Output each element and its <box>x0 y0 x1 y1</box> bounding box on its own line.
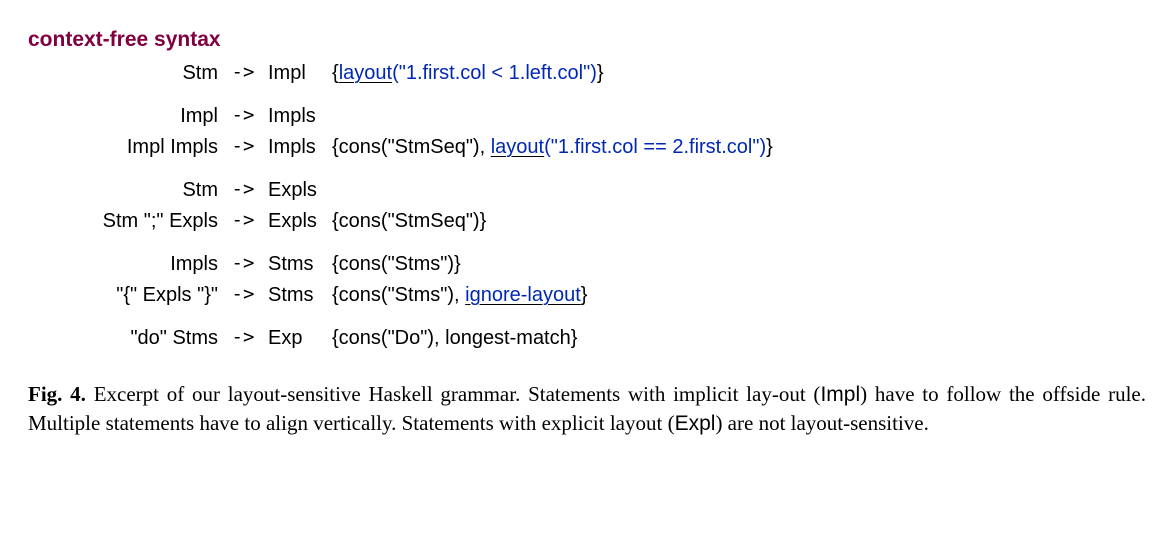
caption-impl: Impl <box>820 383 860 406</box>
rule-group-5: "do" Stms -> Exp {cons("Do"), longest-ma… <box>28 323 1146 354</box>
rule-annotation <box>332 175 1146 206</box>
rule-lhs: Stm <box>28 175 218 206</box>
rule-target: Impl <box>268 58 332 89</box>
rule-annotation: {cons("Stms"), ignore-layout} <box>332 280 1146 311</box>
rule-annotation: {layout("1.first.col < 1.left.col")} <box>332 58 1146 89</box>
rule-group-3: Stm -> Expls Stm ";" Expls -> Expls {con… <box>28 175 1146 237</box>
rule-annotation: {cons("Stms")} <box>332 249 1146 280</box>
rule-arrow: -> <box>218 101 268 132</box>
rule-group-1: Stm -> Impl {layout("1.first.col < 1.lef… <box>28 58 1146 89</box>
brace-close: } <box>581 284 588 306</box>
rule-group-4: Impls -> Stms {cons("Stms")} "{" Expls "… <box>28 249 1146 311</box>
caption-expl: Expl <box>675 412 716 435</box>
rule-arrow: -> <box>218 132 268 163</box>
figure-caption: Fig. 4. Excerpt of our layout-sensitive … <box>28 380 1146 440</box>
rule-annotation: {cons("Do"), longest-match} <box>332 323 1146 354</box>
rule-line: Stm -> Impl {layout("1.first.col < 1.lef… <box>28 58 1146 89</box>
rule-target: Exp <box>268 323 332 354</box>
rule-arrow: -> <box>218 206 268 237</box>
figure-label: Fig. 4. <box>28 382 86 406</box>
rule-arrow: -> <box>218 280 268 311</box>
rule-annotation: {cons("StmSeq"), layout("1.first.col == … <box>332 132 1146 163</box>
ignore-layout-keyword: ignore-layout <box>465 284 581 306</box>
grammar-rules: Stm -> Impl {layout("1.first.col < 1.lef… <box>28 58 1146 354</box>
rule-line: Impl Impls -> Impls {cons("StmSeq"), lay… <box>28 132 1146 163</box>
rule-annotation: {cons("StmSeq")} <box>332 206 1146 237</box>
rule-lhs: Impls <box>28 249 218 280</box>
rule-target: Stms <box>268 280 332 311</box>
rule-annotation <box>332 101 1146 132</box>
rule-lhs: Stm <box>28 58 218 89</box>
layout-keyword: layout <box>339 62 392 84</box>
brace-close: } <box>766 136 773 158</box>
rule-lhs: "do" Stms <box>28 323 218 354</box>
rule-group-2: Impl -> Impls Impl Impls -> Impls {cons(… <box>28 101 1146 163</box>
annot-prefix: {cons("Stms"), <box>332 284 465 306</box>
rule-lhs: Stm ";" Expls <box>28 206 218 237</box>
section-heading: context-free syntax <box>28 24 1146 56</box>
rule-target: Stms <box>268 249 332 280</box>
rule-lhs: "{" Expls "}" <box>28 280 218 311</box>
rule-line: Stm -> Expls <box>28 175 1146 206</box>
rule-line: "do" Stms -> Exp {cons("Do"), longest-ma… <box>28 323 1146 354</box>
layout-arg: ("1.first.col == 2.first.col") <box>544 136 766 158</box>
rule-line: Impls -> Stms {cons("Stms")} <box>28 249 1146 280</box>
rule-target: Impls <box>268 132 332 163</box>
rule-lhs: Impl Impls <box>28 132 218 163</box>
rule-target: Expls <box>268 206 332 237</box>
layout-keyword: layout <box>491 136 544 158</box>
caption-text: Excerpt of our layout-sensitive Haskell … <box>86 382 821 406</box>
rule-arrow: -> <box>218 175 268 206</box>
rule-target: Expls <box>268 175 332 206</box>
rule-lhs: Impl <box>28 101 218 132</box>
rule-target: Impls <box>268 101 332 132</box>
brace-open: { <box>332 62 339 84</box>
brace-close: } <box>597 62 604 84</box>
annot-prefix: {cons("StmSeq"), <box>332 136 491 158</box>
rule-arrow: -> <box>218 249 268 280</box>
layout-arg: ("1.first.col < 1.left.col") <box>392 62 597 84</box>
rule-arrow: -> <box>218 58 268 89</box>
rule-line: "{" Expls "}" -> Stms {cons("Stms"), ign… <box>28 280 1146 311</box>
caption-text: ) are not layout-sensitive. <box>715 411 928 435</box>
rule-arrow: -> <box>218 323 268 354</box>
rule-line: Impl -> Impls <box>28 101 1146 132</box>
rule-line: Stm ";" Expls -> Expls {cons("StmSeq")} <box>28 206 1146 237</box>
